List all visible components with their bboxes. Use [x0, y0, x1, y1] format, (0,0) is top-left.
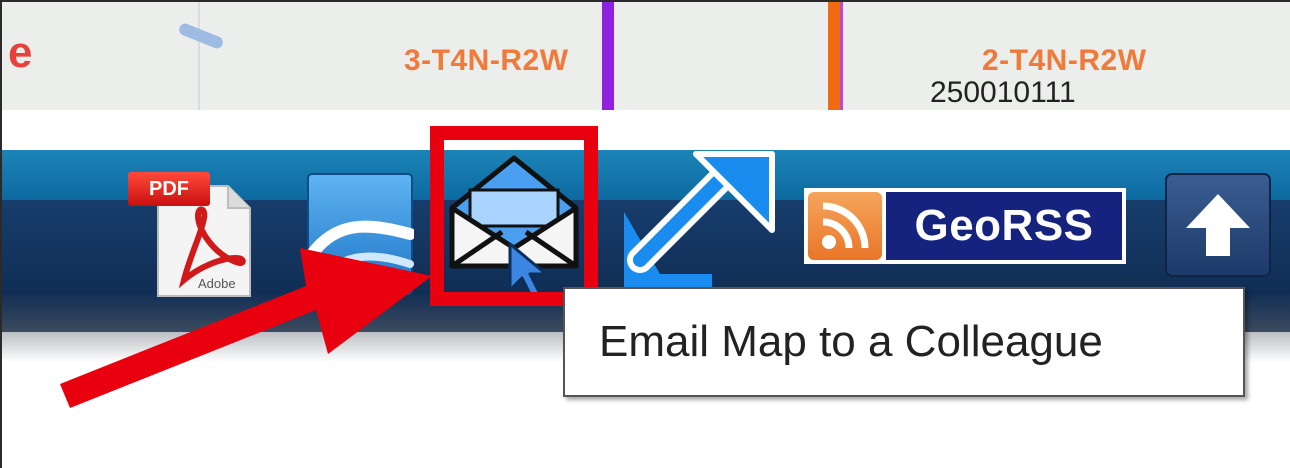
up-arrow-icon	[1165, 173, 1271, 277]
basemap-button[interactable]	[306, 172, 416, 296]
highlight-box	[430, 126, 598, 306]
map-boundary-violet	[840, 2, 843, 110]
scroll-up-button[interactable]	[1164, 172, 1272, 278]
township-label-3: 3-T4N-R2W	[404, 44, 569, 77]
map-boundary-line	[198, 2, 200, 110]
georss-label: GeoRSS	[886, 192, 1122, 260]
georss-button[interactable]: GeoRSS	[804, 188, 1126, 264]
full-extent-button[interactable]	[614, 150, 776, 300]
rss-feed-icon	[808, 192, 882, 260]
township-label-2: 2-T4N-R2W	[982, 44, 1147, 77]
map-boundary-orange	[828, 2, 840, 110]
map-boundary-purple	[602, 2, 614, 110]
map-road-segment	[177, 21, 225, 51]
parcel-number: 250010111	[930, 76, 1076, 109]
map-view[interactable]: e 3-T4N-R2W 2-T4N-R2W 250010111	[2, 2, 1290, 110]
wave-icon	[306, 173, 416, 295]
pdf-icon-sublabel: Adobe	[198, 276, 236, 291]
expand-arrow-icon	[624, 151, 775, 300]
pdf-badge: PDF	[128, 172, 210, 206]
email-tooltip: Email Map to a Colleague	[563, 287, 1245, 397]
export-pdf-button[interactable]: PDF Adobe	[128, 172, 260, 302]
map-edge-label: e	[8, 28, 33, 77]
